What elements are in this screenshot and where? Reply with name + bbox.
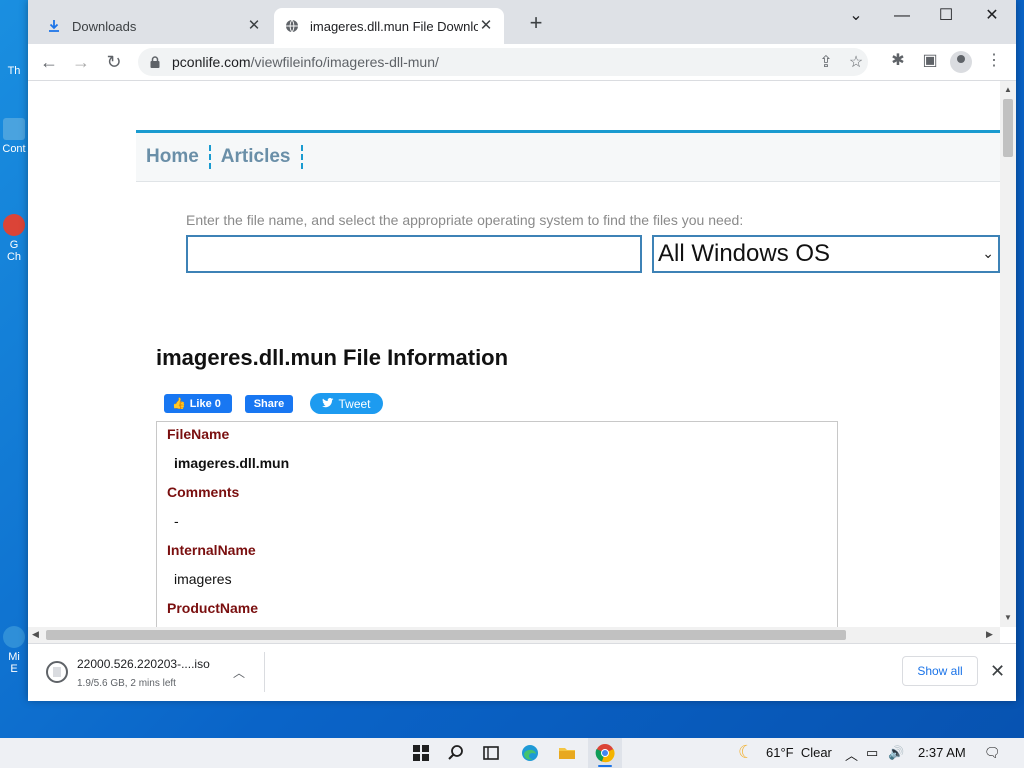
volume-icon[interactable]: 🔊 [888,745,904,761]
search-icon[interactable] [446,743,466,763]
control-panel-icon [3,118,25,140]
file-search-input[interactable] [186,235,642,273]
vertical-scrollbar[interactable]: ▲ ▼ [1000,81,1016,627]
facebook-like-button[interactable]: 👍 Like 0 [164,394,232,413]
scroll-thumb[interactable] [1003,99,1013,157]
scroll-right-arrow-icon[interactable]: ▶ [986,629,993,640]
profile-avatar[interactable] [950,51,972,73]
tweet-label: Tweet [338,396,371,411]
desktop-icon-2[interactable]: Cont [0,118,28,155]
scroll-up-arrow-icon[interactable]: ▲ [1004,85,1012,94]
edge-icon[interactable] [520,743,540,763]
tab-file-info[interactable]: imageres.dll.mun File Download ✕ [274,8,504,44]
scroll-left-arrow-icon[interactable]: ◀ [32,629,39,640]
windows-start-icon[interactable] [411,743,431,763]
download-status: 1.9/5.6 GB, 2 mins left [77,678,176,689]
site-nav: Home Articles [136,130,1000,182]
scroll-thumb[interactable] [46,630,846,640]
url-path: /viewfileinfo/imageres-dll-mun/ [250,54,439,70]
file-download-icon [46,661,68,683]
horizontal-scrollbar[interactable]: ◀ ▶ [28,627,1000,643]
clock[interactable]: 2:37 AM [918,745,966,760]
info-key: Comments [167,484,240,500]
browser-window: Downloads ✕ imageres.dll.mun File Downlo… [28,0,1016,701]
new-tab-button[interactable]: + [526,12,546,34]
nav-articles-link[interactable]: Articles [211,145,303,169]
lock-icon [150,56,160,68]
os-select-value: All Windows OS [658,240,831,267]
chevron-up-icon[interactable]: ︿ [233,664,245,681]
info-key: FileName [167,426,230,442]
info-value: imageres [174,571,232,587]
close-icon[interactable]: ✕ [990,662,1005,680]
weather-text[interactable]: 61°F Clear [766,745,832,760]
tweet-button[interactable]: Tweet [310,393,383,414]
search-hint: Enter the file name, and select the appr… [186,212,744,228]
chrome-icon [595,744,615,763]
desktop-shortcut-icon [3,40,25,62]
close-tab-icon[interactable]: ✕ [246,18,262,34]
info-value: imageres.dll.mun [174,455,290,471]
desktop-icon-label: G Ch [6,239,22,263]
weather-moon-icon[interactable]: ☾ [738,742,754,763]
share-icon[interactable]: ⇪ [816,54,836,74]
side-panel-icon[interactable]: ▣ [920,52,940,72]
address-bar[interactable]: pconlife.com/viewfileinfo/imageres-dll-m… [138,48,868,76]
taskbar: ☾ 61°F Clear ︿ ▭ 🔊 2:37 AM 🗨 [0,738,1024,768]
active-indicator [598,765,612,767]
tab-title: Downloads [72,18,137,34]
like-label: Like 0 [189,397,221,410]
task-view-icon[interactable] [481,743,501,763]
url-host: pconlife.com [172,54,251,70]
chrome-icon [3,214,25,236]
nav-home-link[interactable]: Home [136,145,211,169]
tab-strip: Downloads ✕ imageres.dll.mun File Downlo… [28,0,1016,44]
close-tab-icon[interactable]: ✕ [478,18,494,34]
info-key: InternalName [167,542,256,558]
file-explorer-icon[interactable] [557,743,577,763]
desktop-icon-label: Mi E [8,651,20,675]
tab-search-icon[interactable]: ⌄ [834,6,878,28]
bookmark-star-icon[interactable]: ☆ [846,54,866,74]
desktop-icon-label: Th [7,65,21,77]
tab-downloads[interactable]: Downloads ✕ [36,8,272,44]
desktop-icon-1[interactable]: Th [0,40,28,77]
facebook-share-button[interactable]: Share [245,395,293,413]
chevron-up-icon[interactable]: ︿ [845,745,858,764]
info-key: ProductName [167,600,259,616]
menu-icon[interactable]: ⋮ [984,52,1004,72]
os-select[interactable]: All Windows OS ⌄ [652,235,1000,273]
reload-icon[interactable]: ↻ [103,52,125,74]
page-viewport: Home Articles Enter the file name, and s… [28,81,1000,627]
edge-icon [3,626,25,648]
download-icon [46,18,62,34]
back-icon[interactable]: ← [38,52,60,74]
desktop-icon-3[interactable]: G Ch [0,214,28,263]
forward-icon[interactable]: → [70,52,92,74]
download-file-name[interactable]: 22000.526.220203-....iso [77,657,210,671]
scroll-down-arrow-icon[interactable]: ▼ [1004,613,1012,622]
divider [264,652,265,692]
extensions-icon[interactable]: ✱ [888,52,908,72]
network-icon[interactable]: ▭ [866,745,878,761]
desktop-icon-4[interactable]: Mi E [0,626,28,675]
thumbs-up-icon: 👍 [172,398,186,410]
maximize-button[interactable]: ☐ [924,6,968,28]
show-all-button[interactable]: Show all [902,656,978,686]
browser-toolbar: ← → ↻ pconlife.com/viewfileinfo/imageres… [28,44,1016,81]
close-window-button[interactable]: ✕ [970,6,1014,28]
desktop-icon-label: Cont [2,143,26,155]
notification-icon[interactable]: 🗨 [984,745,1001,761]
page-title: imageres.dll.mun File Information [156,345,509,370]
twitter-bird-icon [322,397,334,411]
chrome-taskbar-button[interactable] [588,738,622,768]
tab-title: imageres.dll.mun File Download [310,18,478,34]
file-info-table: FileName imageres.dll.mun Comments - Int… [156,421,838,627]
download-shelf: 22000.526.220203-....iso 1.9/5.6 GB, 2 m… [28,643,1016,701]
globe-icon [284,18,300,34]
minimize-button[interactable]: — [880,6,924,28]
info-value: - [174,513,179,529]
chevron-down-icon: ⌄ [982,245,994,261]
